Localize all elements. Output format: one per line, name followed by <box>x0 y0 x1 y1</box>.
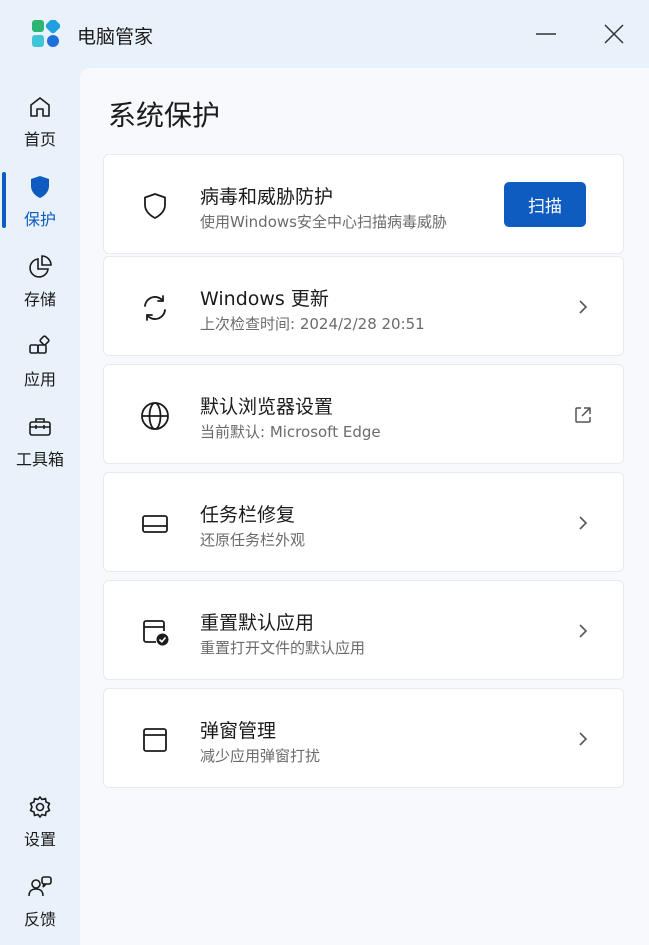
pie-chart-icon <box>29 255 52 278</box>
card-default-browser[interactable]: 默认浏览器设置 当前默认: Microsoft Edge <box>103 364 624 464</box>
app-logo-icon <box>32 20 60 47</box>
sidebar-item-home[interactable]: 首页 <box>0 88 80 160</box>
card-popup-management[interactable]: 弹窗管理 减少应用弹窗打扰 <box>103 688 624 788</box>
gear-icon <box>29 796 51 818</box>
sidebar-item-label: 反馈 <box>23 910 56 929</box>
main-content: 系统保护 病毒和威胁防护 使用Windows安全中心扫描病毒威胁 扫描 Wind… <box>80 68 649 945</box>
minimize-icon <box>536 33 556 35</box>
sidebar-item-label: 首页 <box>23 130 56 149</box>
card-subtitle: 重置打开文件的默认应用 <box>200 639 366 657</box>
card-icon <box>138 189 172 223</box>
sidebar-item-label: 存储 <box>23 290 56 309</box>
card-subtitle: 减少应用弹窗打扰 <box>200 747 321 765</box>
card-subtitle: 使用Windows安全中心扫描病毒威胁 <box>200 213 447 231</box>
apps-icon <box>29 335 50 354</box>
sidebar-item-label: 设置 <box>23 830 56 849</box>
card-subtitle: 还原任务栏外观 <box>200 531 306 549</box>
card-title: Windows 更新 <box>200 288 329 310</box>
sync-icon <box>144 295 166 321</box>
sidebar: 首页 保护 存储 应用 工具箱 设置 反馈 <box>0 68 80 945</box>
globe-icon <box>141 402 169 430</box>
shield-icon <box>31 176 49 198</box>
sidebar-item-label: 工具箱 <box>15 450 64 469</box>
close-icon <box>604 24 624 44</box>
page-title: 系统保护 <box>108 99 221 132</box>
card-title: 病毒和威胁防护 <box>200 186 334 208</box>
card-title: 默认浏览器设置 <box>200 396 334 418</box>
chevron-right-icon <box>579 624 588 638</box>
sidebar-item-apps[interactable]: 应用 <box>0 328 80 400</box>
card-title: 重置默认应用 <box>200 612 315 634</box>
card-title: 弹窗管理 <box>200 720 277 742</box>
card-windows-update[interactable]: Windows 更新 上次检查时间: 2024/2/28 20:51 <box>103 256 624 356</box>
home-icon <box>30 97 50 117</box>
scan-button[interactable]: 扫描 <box>504 182 586 227</box>
chevron-right-icon <box>579 516 588 530</box>
shield-outline-icon <box>144 193 166 219</box>
sidebar-item-storage[interactable]: 存储 <box>0 248 80 320</box>
card-icon <box>138 507 172 541</box>
card-reset-default-apps[interactable]: 重置默认应用 重置打开文件的默认应用 <box>103 580 624 680</box>
card-icon <box>138 399 172 433</box>
popup-window-icon <box>143 728 167 752</box>
taskbar-icon <box>142 515 168 533</box>
card-subtitle: 上次检查时间: 2024/2/28 20:51 <box>200 315 425 333</box>
toolbox-icon <box>29 418 51 436</box>
card-icon <box>138 723 172 757</box>
sidebar-item-label: 应用 <box>23 370 56 389</box>
minimize-button[interactable] <box>524 14 568 54</box>
sidebar-item-settings[interactable]: 设置 <box>0 788 80 860</box>
external-link-icon <box>575 407 591 423</box>
sidebar-item-toolbox[interactable]: 工具箱 <box>0 408 80 480</box>
sidebar-item-protect[interactable]: 保护 <box>0 168 80 240</box>
window-check-icon <box>143 620 169 646</box>
sidebar-item-label: 保护 <box>23 210 56 229</box>
sidebar-item-feedback[interactable]: 反馈 <box>0 868 80 940</box>
chevron-right-icon <box>579 732 588 746</box>
card-subtitle: 当前默认: Microsoft Edge <box>200 423 381 441</box>
title-bar: 电脑管家 <box>0 0 649 68</box>
feedback-icon <box>28 876 52 897</box>
chevron-right-icon <box>579 300 588 314</box>
card-icon <box>138 615 172 649</box>
card-taskbar-repair[interactable]: 任务栏修复 还原任务栏外观 <box>103 472 624 572</box>
card-title: 任务栏修复 <box>200 504 296 526</box>
card-icon <box>138 291 172 325</box>
card-virus-protection[interactable]: 病毒和威胁防护 使用Windows安全中心扫描病毒威胁 扫描 <box>103 154 624 254</box>
app-title: 电脑管家 <box>77 26 154 48</box>
close-button[interactable] <box>592 14 636 54</box>
